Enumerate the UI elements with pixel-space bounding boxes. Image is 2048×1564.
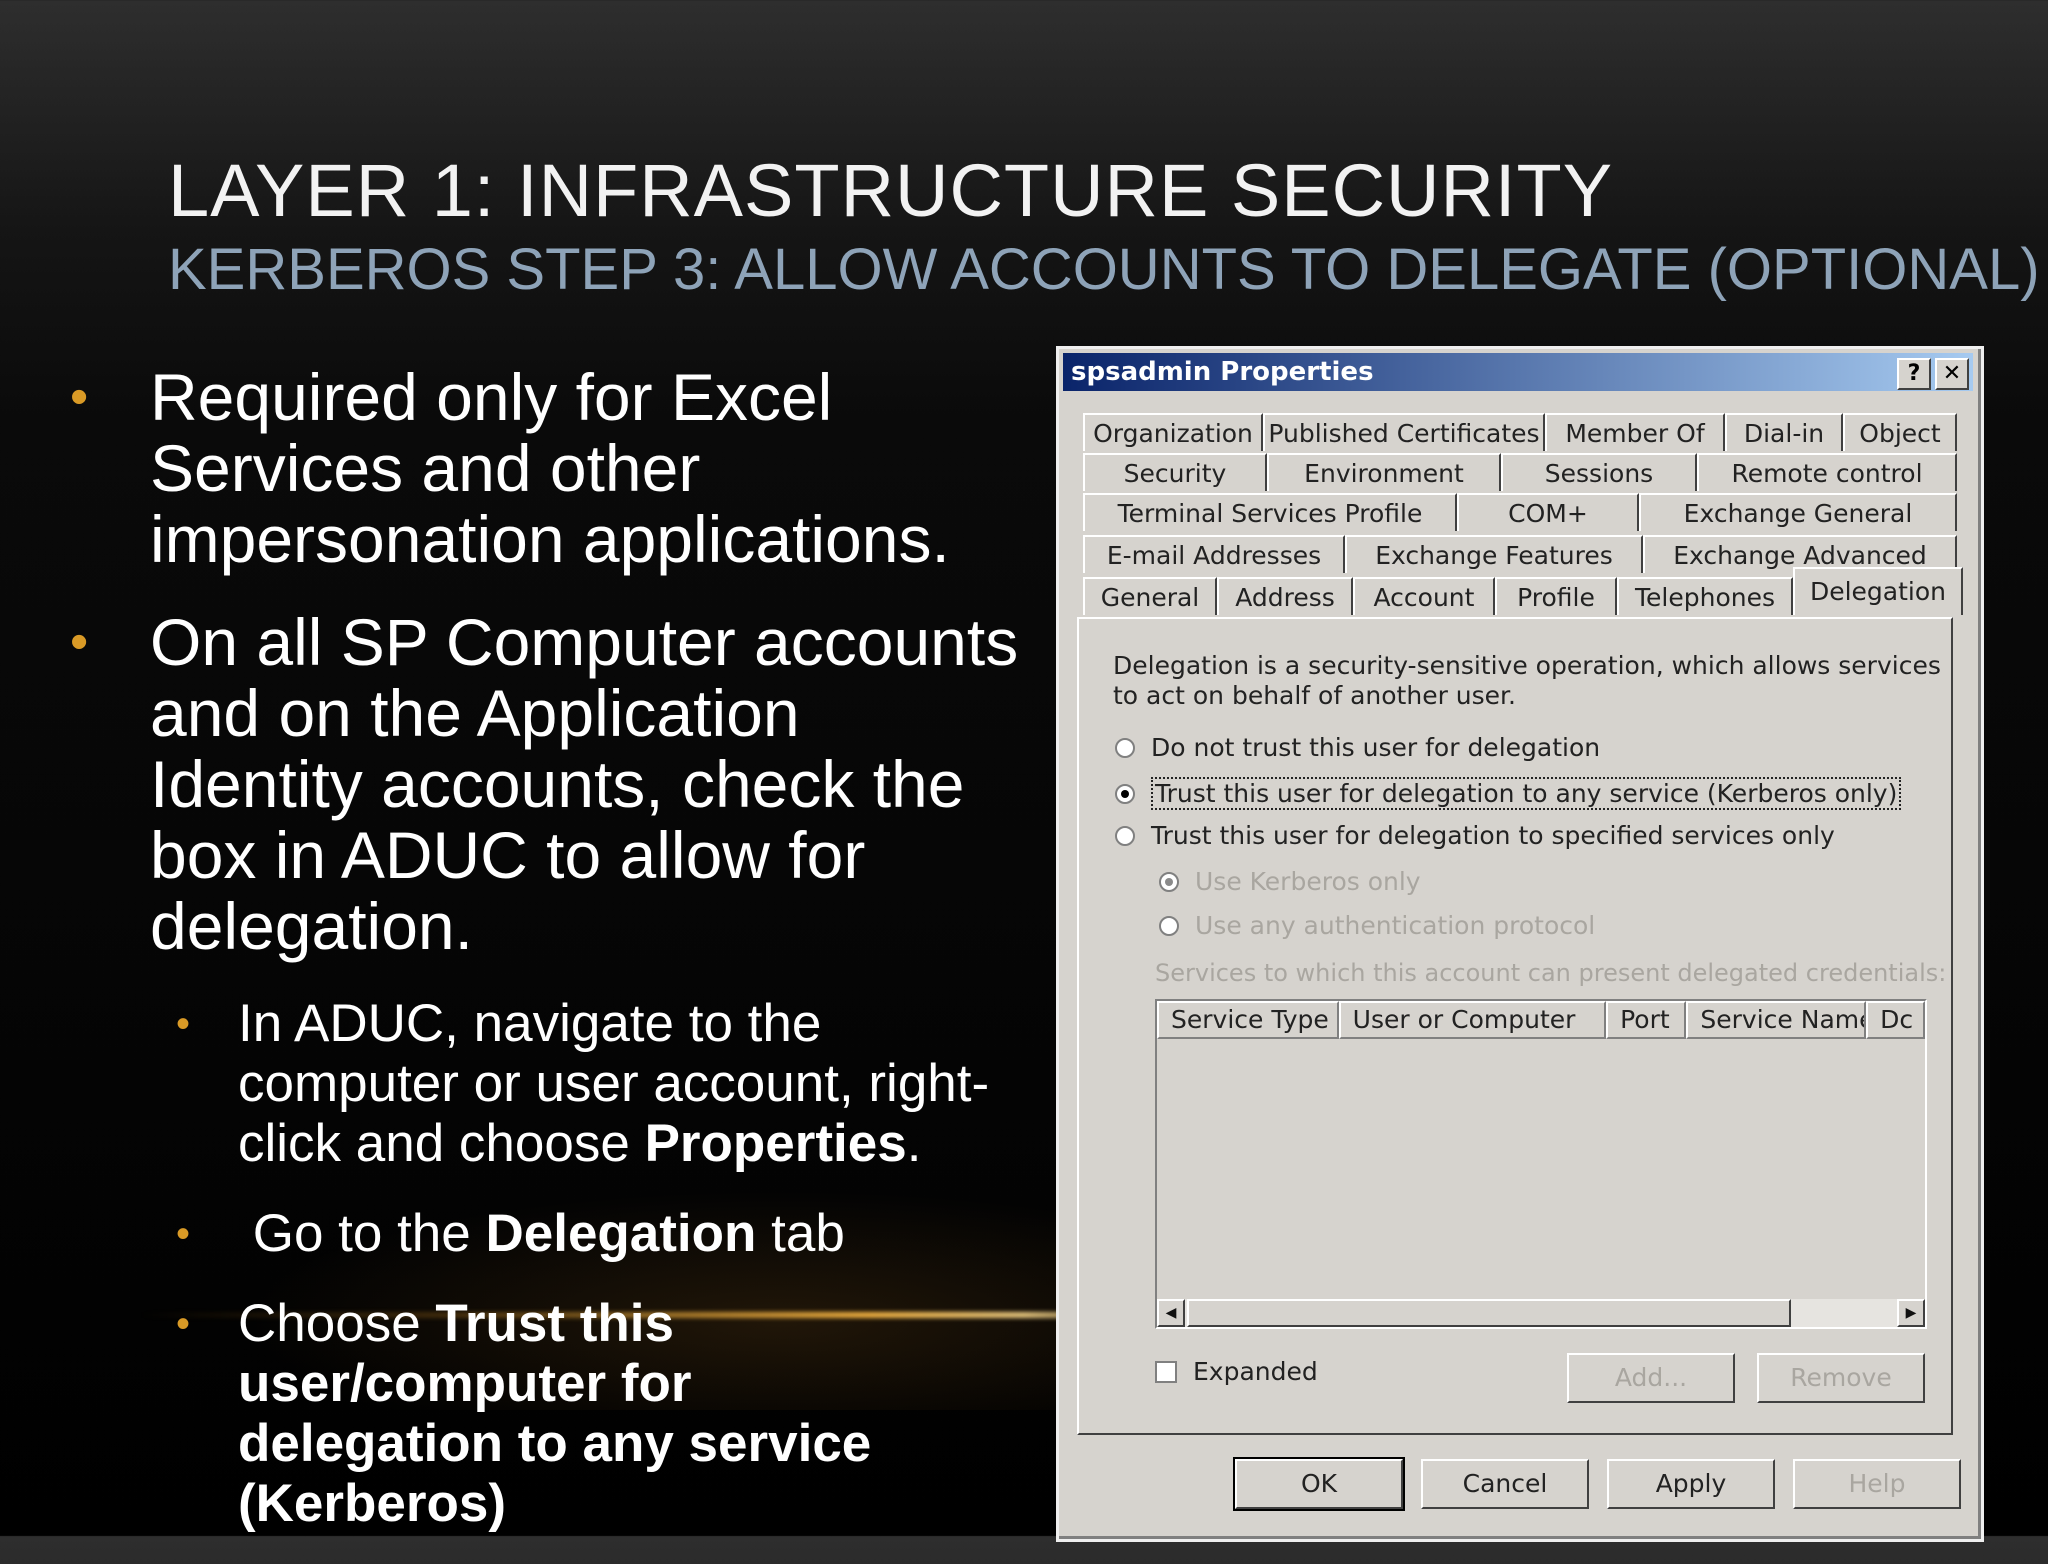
- option-kerberos-only[interactable]: Use Kerberos only: [1159, 867, 1421, 896]
- scroll-right-icon[interactable]: ▶: [1897, 1299, 1925, 1327]
- column-service-type[interactable]: Service Type: [1157, 1001, 1339, 1039]
- help-button[interactable]: Help: [1793, 1459, 1961, 1509]
- dialog-titlebar[interactable]: spsadmin Properties ? ✕: [1063, 353, 1973, 391]
- expanded-checkbox[interactable]: Expanded: [1155, 1357, 1318, 1386]
- tab-profile[interactable]: Profile: [1495, 577, 1617, 615]
- horizontal-scrollbar[interactable]: ◀ ▶: [1157, 1299, 1925, 1327]
- tab-environment[interactable]: Environment: [1267, 453, 1501, 491]
- bullet-dot-icon: •: [70, 613, 89, 671]
- column-user-or-computer[interactable]: User or Computer: [1338, 1001, 1607, 1039]
- option-trust-any-service[interactable]: Trust this user for delegation to any se…: [1115, 777, 1902, 810]
- sub-bullet-bold: Delegation: [485, 1204, 757, 1263]
- sub-bullet-item: • Go to the Delegation tab: [176, 1204, 1030, 1264]
- bullet-item: • On all SP Computer accounts and on the…: [70, 607, 1030, 962]
- bullet-item: • Required only for Excel Services and o…: [70, 362, 1030, 575]
- properties-dialog: spsadmin Properties ? ✕ Organization Pub…: [1056, 346, 1984, 1542]
- sub-bullet-bold: Properties: [644, 1114, 907, 1173]
- tab-sessions[interactable]: Sessions: [1501, 453, 1697, 491]
- sub-bullet-item: • In ADUC, navigate to the computer or u…: [176, 994, 1030, 1174]
- bullet-text: Required only for Excel Services and oth…: [150, 360, 950, 576]
- option-trust-specified[interactable]: Trust this user for delegation to specif…: [1115, 821, 1835, 850]
- slide-title: LAYER 1: INFRASTRUCTURE SECURITY: [168, 149, 1614, 232]
- remove-button[interactable]: Remove: [1757, 1353, 1925, 1403]
- ok-button[interactable]: OK: [1233, 1457, 1405, 1511]
- option-label: Do not trust this user for delegation: [1151, 733, 1601, 762]
- bullet-dot-icon: •: [176, 1302, 191, 1346]
- option-no-trust[interactable]: Do not trust this user for delegation: [1115, 733, 1600, 762]
- tab-row-3: Terminal Services Profile COM+ Exchange …: [1083, 493, 1957, 533]
- bullet-text: On all SP Computer accounts and on the A…: [150, 605, 1019, 963]
- sub-bullet-post: tab: [756, 1204, 845, 1263]
- slide-subtitle: KERBEROS STEP 3: ALLOW ACCOUNTS TO DELEG…: [168, 237, 2040, 302]
- tab-general[interactable]: General: [1083, 577, 1217, 615]
- services-list[interactable]: Service Type User or Computer Port Servi…: [1155, 999, 1927, 1329]
- radio-icon[interactable]: [1159, 915, 1179, 936]
- column-domain[interactable]: Dc: [1866, 1001, 1925, 1039]
- radio-selected-icon[interactable]: [1115, 783, 1135, 804]
- tab-row-1: Organization Published Certificates Memb…: [1083, 413, 1957, 453]
- tab-delegation[interactable]: Delegation: [1793, 567, 1963, 615]
- dialog-title: spsadmin Properties: [1071, 357, 1374, 387]
- option-label: Trust this user for delegation to specif…: [1151, 821, 1835, 850]
- tab-address[interactable]: Address: [1217, 577, 1353, 615]
- tab-published-certificates[interactable]: Published Certificates: [1263, 413, 1545, 451]
- option-any-protocol[interactable]: Use any authentication protocol: [1159, 911, 1595, 940]
- tab-security[interactable]: Security: [1083, 453, 1267, 491]
- add-button[interactable]: Add...: [1567, 1353, 1735, 1403]
- tab-telephones[interactable]: Telephones: [1617, 577, 1793, 615]
- radio-selected-icon[interactable]: [1159, 871, 1179, 892]
- tab-email-addresses[interactable]: E-mail Addresses: [1083, 535, 1345, 573]
- column-service-name[interactable]: Service Name: [1686, 1001, 1867, 1039]
- close-button[interactable]: ✕: [1935, 358, 1969, 390]
- option-label: Trust this user for delegation to any se…: [1151, 777, 1902, 810]
- scroll-left-icon[interactable]: ◀: [1157, 1299, 1185, 1327]
- tab-com-plus[interactable]: COM+: [1457, 493, 1639, 531]
- services-label: Services to which this account can prese…: [1155, 959, 1947, 987]
- tab-object[interactable]: Object: [1843, 413, 1957, 451]
- column-port[interactable]: Port: [1606, 1001, 1687, 1039]
- help-title-button[interactable]: ?: [1897, 358, 1931, 390]
- expanded-label: Expanded: [1193, 1357, 1318, 1386]
- cancel-button[interactable]: Cancel: [1421, 1459, 1589, 1509]
- sub-bullet-pre: Go to the: [238, 1204, 486, 1263]
- tab-row-5: General Address Account Profile Telephon…: [1083, 567, 1963, 617]
- bullet-dot-icon: •: [176, 1002, 191, 1046]
- tab-organization[interactable]: Organization: [1083, 413, 1263, 451]
- tab-terminal-services-profile[interactable]: Terminal Services Profile: [1083, 493, 1457, 531]
- list-header: Service Type User or Computer Port Servi…: [1157, 1001, 1925, 1039]
- tab-row-2: Security Environment Sessions Remote con…: [1083, 453, 1957, 493]
- sub-bullet-pre: Choose: [238, 1294, 436, 1353]
- tab-dial-in[interactable]: Dial-in: [1725, 413, 1843, 451]
- bullet-dot-icon: •: [176, 1212, 191, 1256]
- radio-icon[interactable]: [1115, 737, 1135, 758]
- bullet-list: • Required only for Excel Services and o…: [70, 362, 1030, 1564]
- option-label: Use Kerberos only: [1195, 867, 1421, 896]
- scroll-thumb[interactable]: [1187, 1299, 1791, 1327]
- tab-member-of[interactable]: Member Of: [1545, 413, 1725, 451]
- tab-exchange-general[interactable]: Exchange General: [1639, 493, 1957, 531]
- sub-bullet-post: .: [906, 1114, 922, 1173]
- bullet-dot-icon: •: [70, 368, 89, 426]
- option-label: Use any authentication protocol: [1195, 911, 1596, 940]
- tab-exchange-features[interactable]: Exchange Features: [1345, 535, 1643, 573]
- radio-icon[interactable]: [1115, 825, 1135, 846]
- checkbox-icon[interactable]: [1155, 1360, 1177, 1383]
- delegation-description: Delegation is a security-sensitive opera…: [1113, 651, 1941, 710]
- sub-bullet-item: • Choose Trust this user/computer for de…: [176, 1294, 898, 1534]
- tab-account[interactable]: Account: [1353, 577, 1495, 615]
- tab-remote-control[interactable]: Remote control: [1697, 453, 1957, 491]
- apply-button[interactable]: Apply: [1607, 1459, 1775, 1509]
